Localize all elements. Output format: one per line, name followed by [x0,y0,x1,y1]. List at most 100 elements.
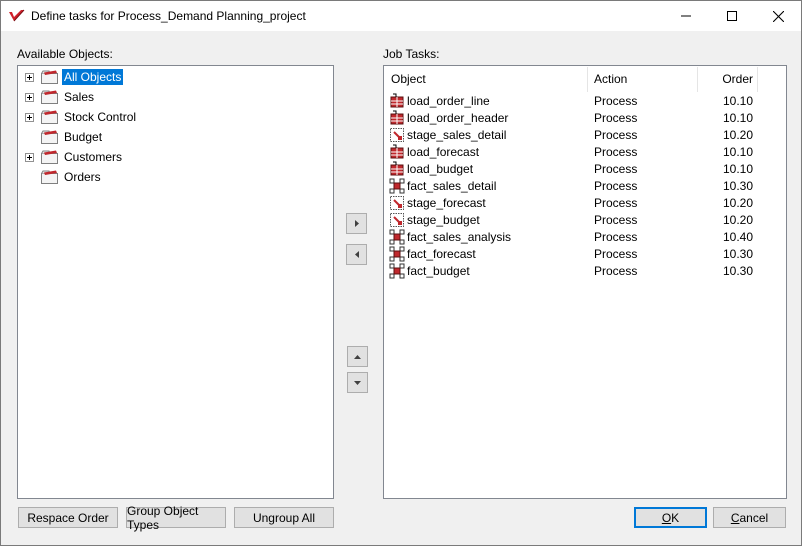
tree-item-label: Orders [64,170,101,184]
define-tasks-dialog: Define tasks for Process_Demand Planning… [0,0,802,546]
tree-item-label: Sales [64,90,95,104]
ok-button-label: OK [661,510,680,525]
fact-table-icon [389,246,405,262]
maximize-icon [727,11,737,21]
folder-icon [41,110,58,124]
fact-table-icon [389,178,405,194]
task-action: Process [594,128,638,142]
table-row[interactable]: fact_forecast Process 10.30 [385,245,785,262]
task-action: Process [594,179,638,193]
task-action: Process [594,111,638,125]
task-object-name: fact_sales_analysis [407,230,512,244]
available-objects-tree[interactable]: All Objects Sales Stock Control Budget Custo… [17,65,334,499]
group-object-types-button[interactable]: Group Object Types [126,504,226,532]
folder-icon [41,90,58,104]
arrow-up-icon [354,354,361,359]
task-object-name: fact_budget [407,264,470,278]
task-action: Process [594,145,638,159]
task-order: 10.10 [722,94,753,108]
task-action: Process [594,162,638,176]
task-action: Process [594,94,638,108]
wherescape-logo-icon [9,9,25,22]
task-object-name: load_forecast [407,145,480,159]
task-object-name: stage_sales_detail [407,128,507,142]
column-header-action[interactable]: Action [588,67,698,92]
expand-plus-icon[interactable] [25,93,34,102]
add-to-job-button[interactable] [346,213,367,234]
folder-icon [41,70,58,84]
task-object-name: fact_sales_detail [407,179,497,193]
table-row[interactable]: stage_budget Process 10.20 [385,211,785,228]
task-order: 10.20 [722,213,753,227]
tree-item-label: Customers [64,150,123,164]
task-order: 10.30 [722,179,753,193]
fact-table-icon [389,229,405,245]
arrow-right-icon [354,220,359,227]
maximize-button[interactable] [709,1,755,31]
folder-icon [41,150,58,164]
close-icon [772,10,784,22]
load-table-icon [390,93,404,108]
table-row[interactable]: load_forecast Process 10.10 [385,143,785,160]
arrow-left-icon [354,251,359,258]
task-object-name: load_order_line [407,94,490,108]
folder-icon [41,170,58,184]
expand-plus-icon[interactable] [25,153,34,162]
tree-item-label: Stock Control [64,110,137,124]
column-header-object[interactable]: Object [385,67,588,92]
ungroup-all-button[interactable]: Ungroup All [234,507,334,528]
tree-item-label: Budget [64,130,103,144]
remove-from-job-button[interactable] [346,244,367,265]
arrow-down-icon [354,380,361,385]
task-action: Process [594,247,638,261]
table-row[interactable]: load_order_header Process 10.10 [385,109,785,126]
task-action: Process [594,196,638,210]
table-row[interactable]: fact_sales_analysis Process 10.40 [385,228,785,245]
task-order: 10.20 [722,196,753,210]
minimize-icon [681,15,691,17]
task-order: 10.10 [722,162,753,176]
job-tasks-list[interactable]: Object Action Order load_order_line Proce… [383,65,787,499]
cancel-button-label: Cancel [730,510,769,525]
move-down-button[interactable] [347,372,368,393]
load-table-icon [390,144,404,159]
move-up-button[interactable] [347,346,368,367]
table-row[interactable]: load_order_line Process 10.10 [385,92,785,109]
tree-item[interactable]: Sales [18,87,318,107]
tree-item[interactable]: All Objects [18,67,318,87]
table-row[interactable]: stage_sales_detail Process 10.20 [385,126,785,143]
folder-icon [41,130,58,144]
task-order: 10.40 [722,230,753,244]
task-order: 10.20 [722,128,753,142]
task-object-name: fact_forecast [407,247,476,261]
stage-table-icon [390,196,404,210]
task-order: 10.30 [722,247,753,261]
tree-item[interactable]: Orders [18,167,318,187]
task-order: 10.30 [722,264,753,278]
table-row[interactable]: fact_sales_detail Process 10.30 [385,177,785,194]
respace-order-button[interactable]: Respace Order [18,507,118,528]
table-row[interactable]: load_budget Process 10.10 [385,160,785,177]
minimize-button[interactable] [663,1,709,31]
task-action: Process [594,213,638,227]
task-object-name: stage_forecast [407,196,486,210]
cancel-button[interactable]: Cancel [713,507,786,528]
window-title: Define tasks for Process_Demand Planning… [31,9,306,23]
tree-item[interactable]: Customers [18,147,318,167]
stage-table-icon [390,213,404,227]
close-button[interactable] [755,1,801,31]
load-table-icon [390,110,404,125]
tree-item[interactable]: Budget [18,127,318,147]
tree-item[interactable]: Stock Control [18,107,318,127]
task-action: Process [594,264,638,278]
task-order: 10.10 [722,145,753,159]
task-order: 10.10 [722,111,753,125]
table-row[interactable]: stage_forecast Process 10.20 [385,194,785,211]
expand-plus-icon[interactable] [25,73,34,82]
ok-button[interactable]: OK [634,507,707,528]
column-header-order[interactable]: Order [698,67,758,92]
expand-plus-icon[interactable] [25,113,34,122]
fact-table-icon [389,263,405,279]
table-row[interactable]: fact_budget Process 10.30 [385,262,785,279]
task-object-name: stage_budget [407,213,480,227]
